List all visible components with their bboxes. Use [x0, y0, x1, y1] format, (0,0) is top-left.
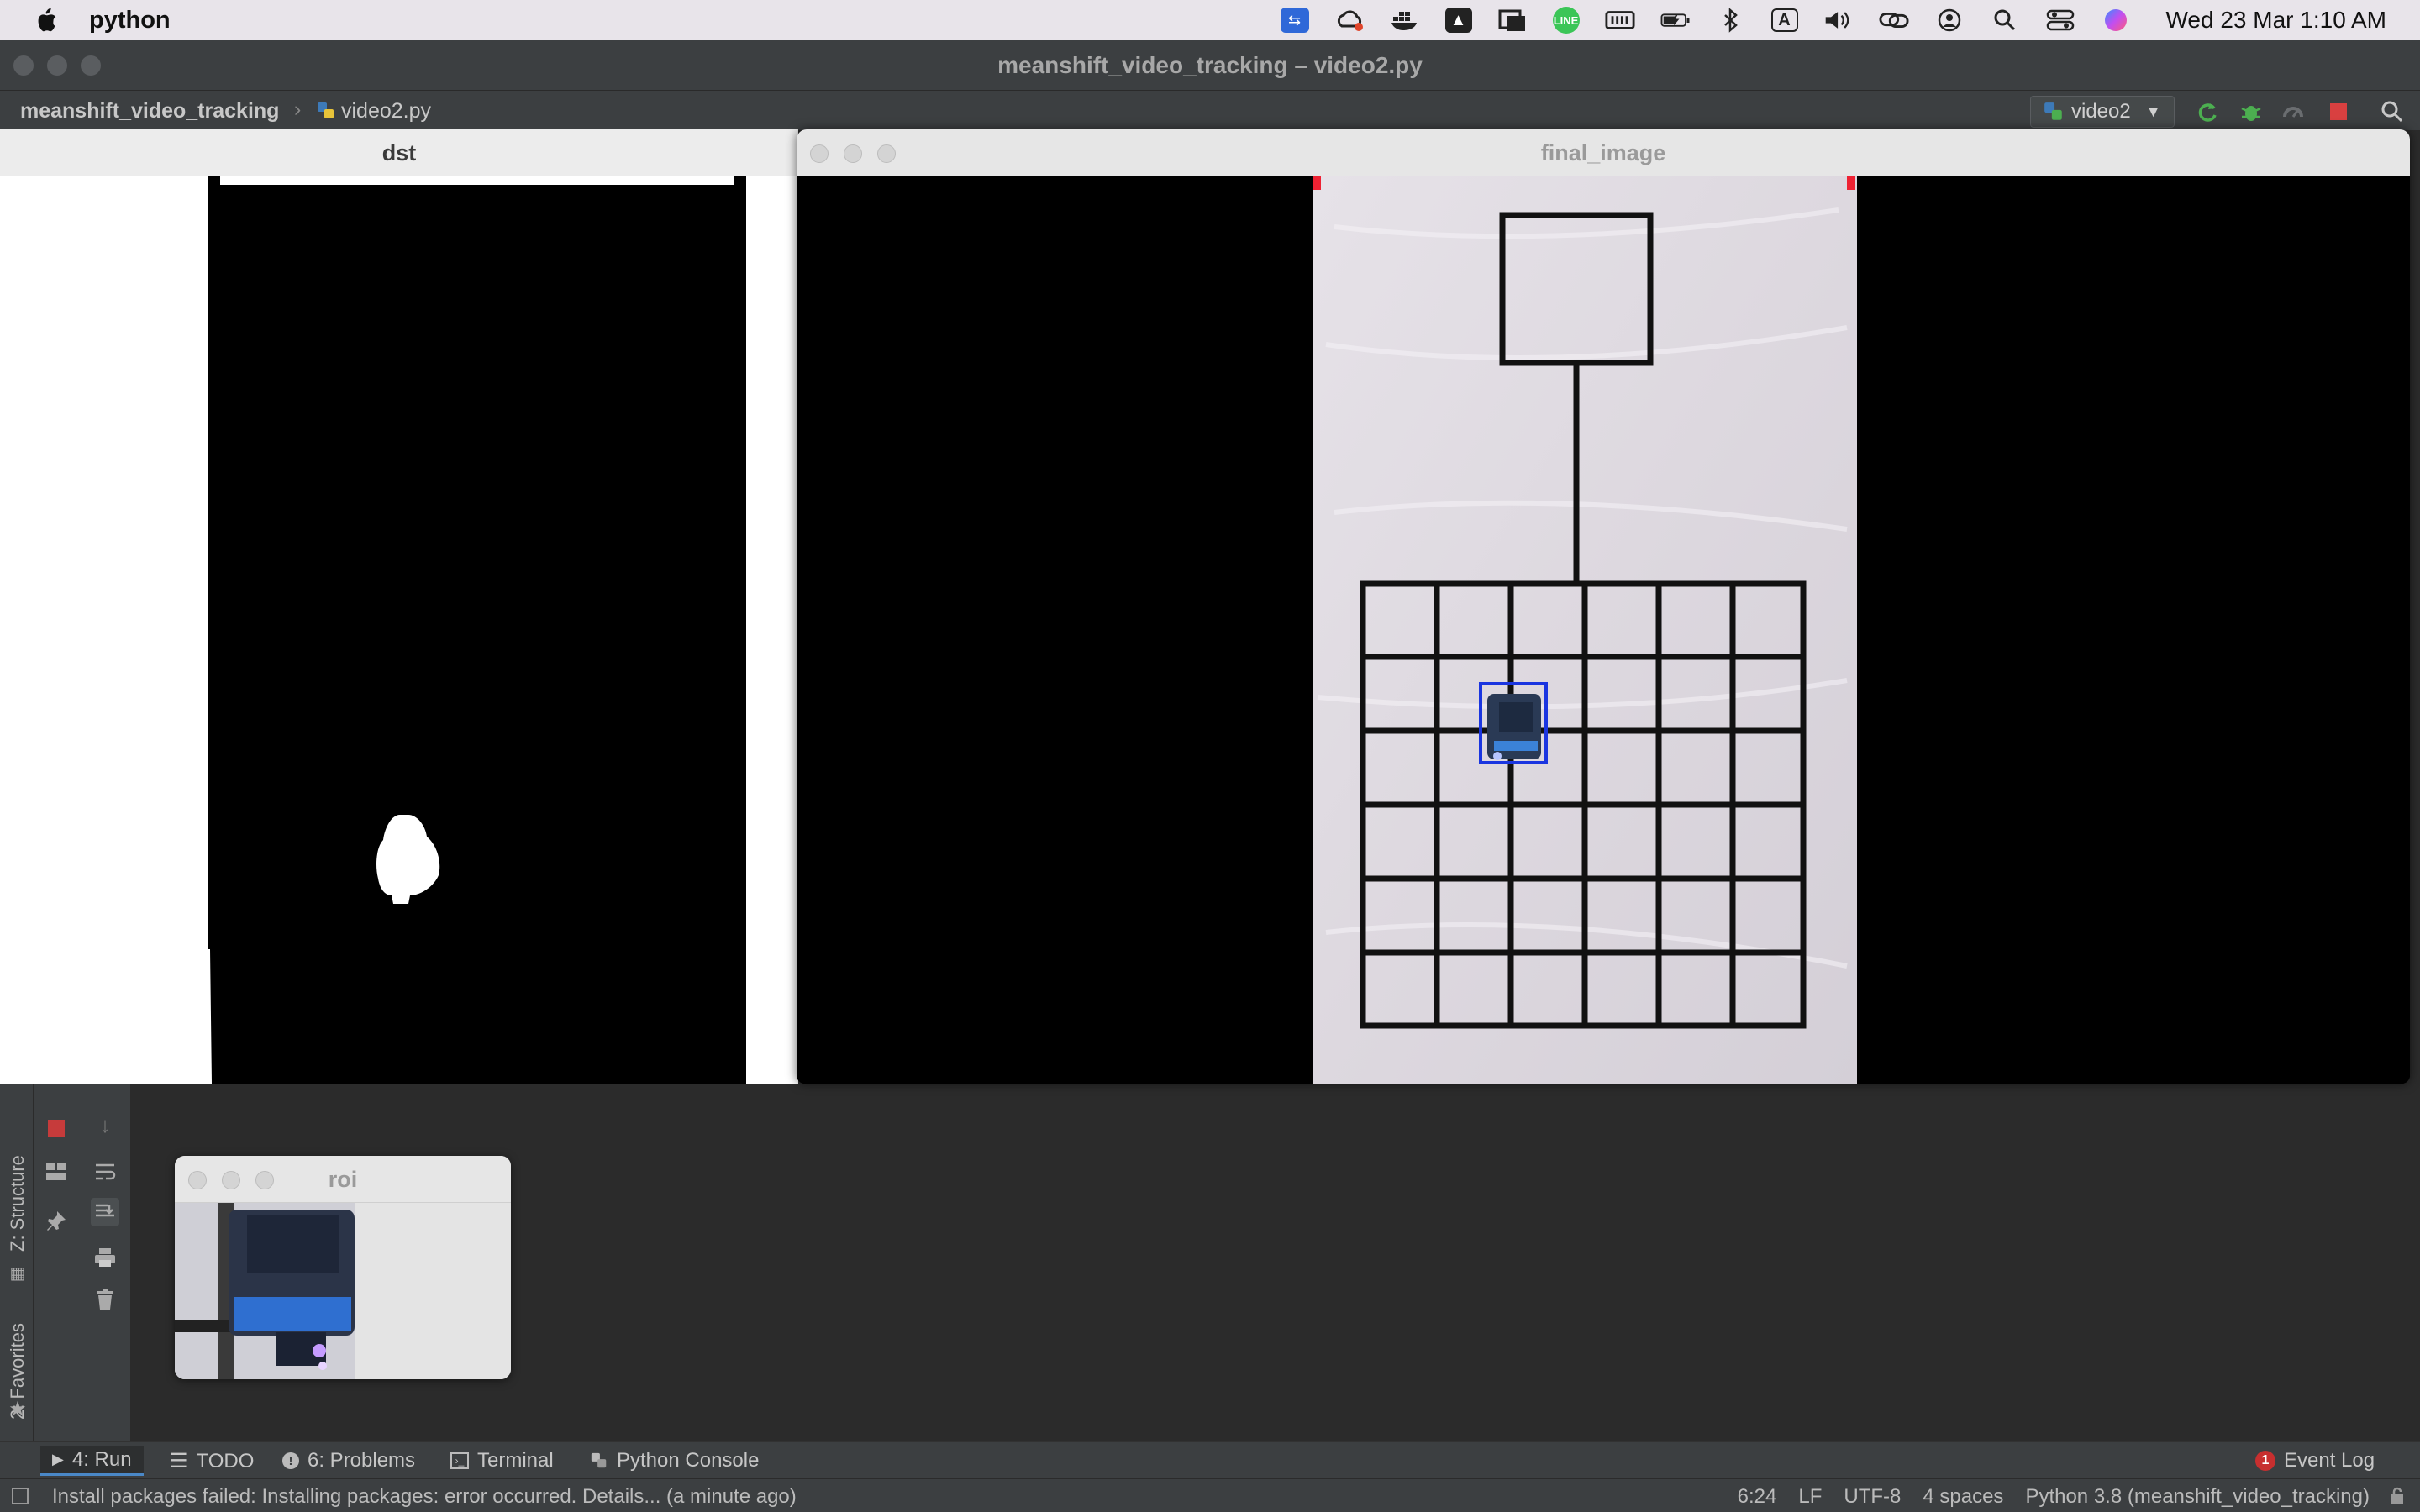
- ide-window-title: meanshift_video_tracking – video2.py: [997, 52, 1423, 78]
- file-encoding[interactable]: UTF-8: [1844, 1485, 1901, 1509]
- status-bar: Install packages failed: Installing pack…: [0, 1478, 2420, 1512]
- control-center-icon[interactable]: [2045, 8, 2075, 33]
- menubar-clock[interactable]: Wed 23 Mar 1:10 AM: [2166, 7, 2387, 34]
- terminal-tab-label: Terminal: [477, 1449, 554, 1472]
- run-tab-play-icon: ▶: [52, 1451, 64, 1467]
- teamviewer-icon[interactable]: ⇆: [1280, 8, 1309, 33]
- run-configuration-label: video2: [2071, 100, 2131, 123]
- dst-window[interactable]: dst: [0, 129, 798, 1084]
- status-tray: ⇆ ▲ LINE A Wed 23 Mar 1:10 AM: [1280, 0, 2387, 40]
- tab-terminal[interactable]: ›_ Terminal: [450, 1449, 554, 1473]
- toggle-tool-windows-icon[interactable]: [12, 1488, 29, 1504]
- creative-cloud-icon[interactable]: [1334, 8, 1365, 33]
- bluetooth-icon[interactable]: [1716, 8, 1746, 33]
- tab-python-console[interactable]: Python Console: [590, 1449, 759, 1473]
- python-console-tab-label: Python Console: [617, 1449, 760, 1472]
- google-drive-icon[interactable]: ▲: [1444, 8, 1472, 33]
- run-tab-label: 4: Run: [71, 1447, 132, 1471]
- python-console-icon: [591, 1452, 607, 1468]
- ide-minimize-button[interactable]: [47, 55, 67, 76]
- roi-zoom-button[interactable]: [255, 1171, 274, 1189]
- final-image-zoom-button[interactable]: [877, 144, 896, 163]
- debug-icon[interactable]: [2238, 99, 2264, 124]
- structure-icon: ▦: [9, 1263, 26, 1283]
- spotlight-icon[interactable]: [1990, 8, 2020, 33]
- indent-setting[interactable]: 4 spaces: [1923, 1485, 2003, 1509]
- status-widgets: 6:24 LF UTF-8 4 spaces Python 3.8 (means…: [1738, 1485, 2370, 1509]
- status-message[interactable]: Install packages failed: Installing pack…: [52, 1485, 797, 1509]
- pin-icon[interactable]: [42, 1206, 71, 1235]
- battery-icon[interactable]: [1660, 8, 1691, 33]
- event-log-tab-label: Event Log: [2284, 1449, 2375, 1472]
- star-icon: ★: [8, 1397, 27, 1420]
- final-image-window[interactable]: final_image: [797, 129, 2410, 1084]
- event-log-badge: 1: [2255, 1451, 2275, 1471]
- print-icon[interactable]: [91, 1243, 119, 1272]
- ide-close-button[interactable]: [13, 55, 34, 76]
- user-icon[interactable]: [1934, 8, 1965, 33]
- profile-icon[interactable]: [2281, 99, 2306, 124]
- tracking-frame-image: [797, 176, 2410, 1084]
- roi-minimize-button[interactable]: [222, 1171, 240, 1189]
- trash-icon[interactable]: [91, 1285, 119, 1314]
- stop-icon[interactable]: [2326, 99, 2351, 124]
- problems-info-icon: !: [282, 1452, 299, 1469]
- line-icon[interactable]: LINE: [1552, 7, 1580, 34]
- final-image-minimize-button[interactable]: [844, 144, 862, 163]
- breadcrumb-project[interactable]: meanshift_video_tracking: [20, 99, 279, 123]
- soft-wrap-icon[interactable]: [91, 1158, 119, 1186]
- roi-image: [175, 1203, 511, 1379]
- input-source-icon[interactable]: A: [1770, 8, 1798, 32]
- robot-object: [1487, 694, 1541, 760]
- lock-icon[interactable]: [2390, 1487, 2405, 1504]
- stop-run-icon[interactable]: [42, 1114, 71, 1142]
- dst-mask-image: [0, 176, 798, 1084]
- scroll-down-icon[interactable]: ↓: [91, 1110, 119, 1139]
- problems-tab-label: 6: Problems: [308, 1449, 416, 1472]
- tab-run[interactable]: ▶ 4: Run: [40, 1446, 144, 1476]
- tab-event-log[interactable]: 1 Event Log: [2255, 1449, 2375, 1473]
- apple-icon[interactable]: [34, 6, 59, 34]
- chevron-down-icon: ▼: [2145, 102, 2161, 120]
- app-menu-name[interactable]: python: [89, 7, 171, 34]
- docker-icon[interactable]: [1390, 8, 1420, 33]
- run-tool-strip: ↓: [34, 1084, 131, 1445]
- caret-position[interactable]: 6:24: [1738, 1485, 1777, 1509]
- roi-window[interactable]: roi: [175, 1156, 511, 1379]
- tab-problems[interactable]: ! 6: Problems: [282, 1449, 415, 1473]
- ide-title-bar: meanshift_video_tracking – video2.py: [0, 40, 2420, 91]
- python-file-icon: [318, 102, 334, 118]
- terminal-icon: ›_: [450, 1452, 469, 1469]
- line-separator[interactable]: LF: [1798, 1485, 1822, 1509]
- console-output: [131, 1084, 2420, 1109]
- rerun-icon[interactable]: [2195, 99, 2220, 124]
- memory-icon[interactable]: [1604, 8, 1635, 33]
- volume-icon[interactable]: [1823, 8, 1854, 33]
- scroll-to-end-icon[interactable]: [91, 1198, 119, 1226]
- siri-icon[interactable]: [2101, 8, 2131, 33]
- todo-tab-label: TODO: [196, 1449, 255, 1473]
- python-config-icon: [2044, 102, 2062, 120]
- macos-menu-bar: python ⇆ ▲ LINE A Wed 23 Mar 1:10 AM: [0, 0, 2420, 40]
- tab-structure[interactable]: Z: Structure: [7, 1155, 29, 1252]
- list-icon: ☰: [170, 1450, 188, 1473]
- final-image-window-title[interactable]: final_image: [797, 129, 2410, 176]
- roi-close-button[interactable]: [188, 1171, 207, 1189]
- ide-zoom-button[interactable]: [81, 55, 101, 76]
- run-configuration-select[interactable]: video2 ▼: [2030, 96, 2175, 128]
- navigation-bar: meanshift_video_tracking › video2.py vid…: [0, 91, 2420, 131]
- layout-icon[interactable]: [42, 1158, 71, 1186]
- breadcrumb-separator-icon: ›: [294, 97, 302, 121]
- bottom-tool-tabs: ▶ 4: Run ☰ TODO ! 6: Problems ›_ Termina…: [0, 1441, 2420, 1478]
- image-capture-icon[interactable]: [1497, 8, 1528, 33]
- dst-window-title[interactable]: dst: [0, 129, 798, 176]
- breadcrumb-file[interactable]: video2.py: [341, 99, 431, 123]
- link-icon[interactable]: [1878, 8, 1909, 33]
- final-image-close-button[interactable]: [810, 144, 829, 163]
- tab-todo[interactable]: ☰ TODO: [170, 1449, 254, 1473]
- search-everywhere-icon[interactable]: [2380, 99, 2405, 124]
- python-interpreter[interactable]: Python 3.8 (meanshift_video_tracking): [2025, 1485, 2370, 1509]
- left-tool-strip: Z: Structure 2: Favorites ▦ ★: [0, 1084, 34, 1445]
- structure-tab-label: Z: Structure: [7, 1155, 28, 1252]
